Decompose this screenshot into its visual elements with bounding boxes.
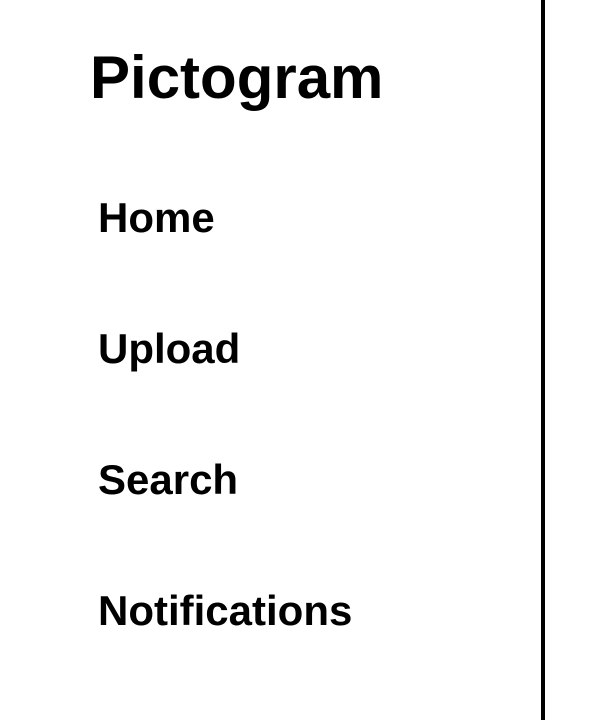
nav-item-notifications[interactable]: Notifications <box>98 586 352 636</box>
nav-item-search[interactable]: Search <box>98 455 238 505</box>
nav-item-home[interactable]: Home <box>98 193 215 243</box>
app-title: Pictogram <box>90 44 384 111</box>
sidebar-divider <box>541 0 545 720</box>
nav-item-upload[interactable]: Upload <box>98 324 240 374</box>
